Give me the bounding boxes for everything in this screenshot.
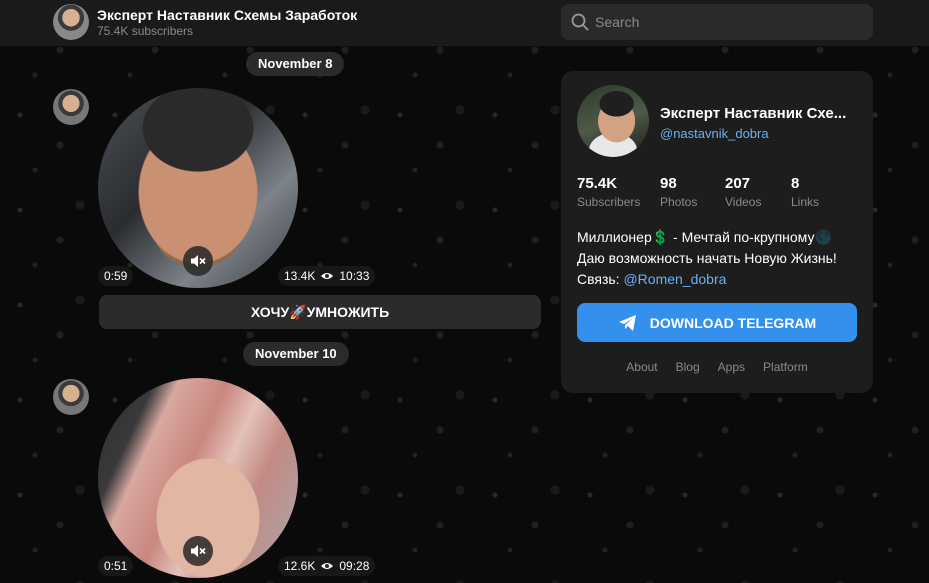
channel-handle-link[interactable]: @nastavnik_dobra [660, 126, 769, 141]
link-apps[interactable]: Apps [718, 360, 745, 374]
muted-speaker-icon [191, 545, 206, 557]
stat-value: 98 [660, 175, 677, 192]
mute-button[interactable] [183, 536, 213, 566]
top-header: Эксперт Наставник Схемы Заработок 75.4K … [0, 0, 929, 46]
link-platform[interactable]: Platform [763, 360, 808, 374]
video-duration: 0:59 [98, 266, 134, 286]
search-input[interactable] [595, 4, 865, 40]
stat-label: Links [791, 195, 820, 209]
channel-title[interactable]: Эксперт Наставник Схемы Заработок [97, 7, 357, 23]
mute-button[interactable] [183, 246, 213, 276]
description-line: Даю возможность начать Новую Жизнь! [577, 250, 837, 266]
footer-links: About Blog Apps Platform [561, 360, 873, 374]
post-author-avatar[interactable] [53, 379, 89, 415]
eye-icon [321, 273, 334, 279]
post-time: 09:28 [339, 559, 370, 573]
telegram-plane-icon [618, 314, 636, 331]
post-time: 10:33 [339, 269, 370, 283]
stat-label: Subscribers [577, 195, 641, 209]
view-count: 13.4K [284, 269, 316, 283]
date-separator: November 10 [243, 342, 349, 366]
channel-avatar[interactable] [53, 4, 89, 40]
channel-info-card: Эксперт Наставник Схе... @nastavnik_dobr… [561, 71, 873, 393]
channel-card-avatar[interactable] [577, 85, 649, 157]
channel-subscribers: 75.4K subscribers [97, 24, 194, 38]
stat-links[interactable]: 8 Links [791, 175, 819, 209]
download-label: DOWNLOAD TELEGRAM [649, 314, 817, 331]
link-about[interactable]: About [626, 360, 657, 374]
search-box[interactable] [561, 4, 873, 40]
stat-label: Photos [660, 195, 698, 209]
post-author-avatar[interactable] [53, 89, 89, 125]
description-line: Связь: @Romen_dobra [577, 269, 862, 290]
views-and-time: 12.6K 09:28 [278, 556, 376, 576]
stat-photos[interactable]: 98 Photos [660, 175, 697, 209]
contact-prefix: Связь: [577, 271, 624, 287]
stat-subscribers: 75.4K Subscribers [577, 175, 640, 209]
stat-value: 75.4K [577, 175, 618, 192]
search-icon [571, 13, 589, 31]
post-inline-button[interactable]: ХОЧУ🚀УМНОЖИТЬ [99, 295, 541, 329]
channel-card-name: Эксперт Наставник Схе... [660, 105, 847, 122]
stat-label: Videos [725, 195, 762, 209]
muted-speaker-icon [191, 255, 206, 267]
stat-videos[interactable]: 207 Videos [725, 175, 761, 209]
link-blog[interactable]: Blog [676, 360, 700, 374]
download-telegram-button[interactable]: DOWNLOAD TELEGRAM [577, 303, 857, 342]
description-line: Миллионер💲 - Мечтай по-крупному🌑 [577, 229, 832, 245]
contact-link[interactable]: @Romen_dobra [623, 271, 726, 287]
views-and-time: 13.4K 10:33 [278, 266, 376, 286]
video-duration: 0:51 [98, 556, 134, 576]
stat-value: 207 [725, 175, 751, 192]
channel-description: Миллионер💲 - Мечтай по-крупному🌑 Даю воз… [577, 227, 862, 290]
eye-icon [321, 563, 334, 569]
view-count: 12.6K [284, 559, 316, 573]
date-separator: November 8 [246, 52, 345, 76]
stat-value: 8 [791, 175, 800, 192]
